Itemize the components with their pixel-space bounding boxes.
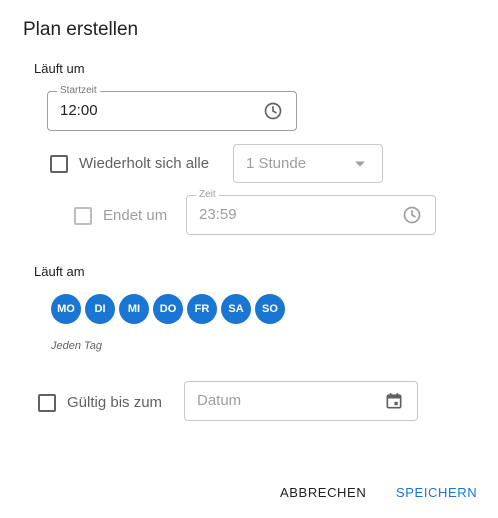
cancel-button[interactable]: ABBRECHEN: [280, 485, 366, 500]
day-toggle-so[interactable]: SO: [255, 294, 285, 324]
day-toggle-do[interactable]: DO: [153, 294, 183, 324]
end-time-field-label: Zeit: [196, 189, 219, 201]
runs-at-label: Läuft um: [34, 61, 85, 76]
dialog-title: Plan erstellen: [23, 19, 139, 40]
days-summary: Jeden Tag: [51, 340, 102, 352]
day-toggle-mi[interactable]: MI: [119, 294, 149, 324]
start-time-value: 12:00: [60, 102, 98, 119]
interval-select[interactable]: 1 Stunde: [233, 144, 383, 183]
runs-on-label: Läuft am: [34, 264, 85, 279]
caret-down-icon: [349, 153, 371, 175]
repeat-label: Wiederholt sich alle: [79, 155, 210, 172]
start-time-field[interactable]: Startzeit 12:00: [47, 85, 297, 131]
clock-icon[interactable]: [262, 100, 284, 122]
start-time-field-label: Startzeit: [57, 85, 100, 97]
calendar-icon[interactable]: [383, 390, 405, 412]
valid-until-date-field[interactable]: Datum: [184, 381, 418, 421]
repeat-checkbox[interactable]: [50, 155, 68, 173]
clock-icon[interactable]: [401, 204, 423, 226]
ends-at-checkbox[interactable]: [74, 207, 92, 225]
valid-until-checkbox[interactable]: [38, 394, 56, 412]
day-toggle-mo[interactable]: MO: [51, 294, 81, 324]
date-placeholder: Datum: [197, 392, 242, 409]
valid-until-label: Gültig bis zum: [67, 394, 163, 411]
ends-at-label: Endet um: [103, 207, 168, 224]
day-toggle-sa[interactable]: SA: [221, 294, 251, 324]
day-toggle-di[interactable]: DI: [85, 294, 115, 324]
end-time-value: 23:59: [199, 206, 237, 223]
end-time-field[interactable]: Zeit 23:59: [186, 189, 436, 235]
interval-value: 1 Stunde: [246, 155, 307, 172]
save-button[interactable]: SPEICHERN: [396, 485, 477, 500]
day-toggle-fr[interactable]: FR: [187, 294, 217, 324]
